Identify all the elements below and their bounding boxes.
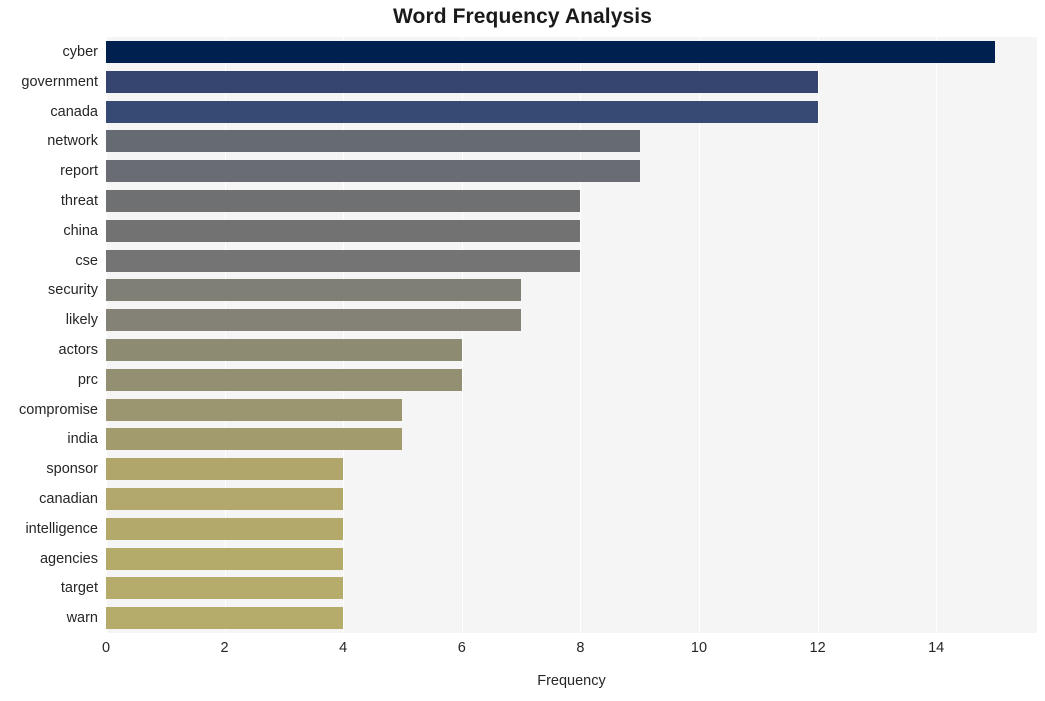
y-tick-label-compromise: compromise bbox=[19, 401, 98, 418]
y-axis-tick-labels: cyber government canada network report threat… bbox=[0, 37, 98, 633]
bar-agencies[interactable] bbox=[106, 547, 344, 570]
x-axis-title: Frequency bbox=[537, 673, 606, 689]
y-tick-label-canadian: canadian bbox=[39, 490, 98, 507]
y-tick-label-government: government bbox=[21, 73, 98, 90]
bar-canada[interactable] bbox=[106, 100, 818, 123]
y-tick-label-target: target bbox=[60, 580, 98, 597]
bar-canadian[interactable] bbox=[106, 487, 344, 510]
plot-area bbox=[106, 37, 1037, 633]
y-tick-label-report: report bbox=[60, 163, 98, 180]
x-tick-label-10: 10 bbox=[690, 640, 708, 656]
bar-warn[interactable] bbox=[106, 607, 344, 630]
bar-sponsor[interactable] bbox=[106, 458, 344, 481]
y-tick-label-actors: actors bbox=[58, 341, 99, 358]
bar-likely[interactable] bbox=[106, 309, 522, 332]
x-tick-label-0: 0 bbox=[101, 640, 111, 656]
x-tick-label-2: 2 bbox=[220, 640, 229, 656]
x-tick-label-12: 12 bbox=[809, 640, 826, 656]
y-tick-label-cyber: cyber bbox=[62, 43, 98, 60]
bar-government[interactable] bbox=[106, 70, 818, 93]
bar-target[interactable] bbox=[106, 577, 344, 600]
y-tick-label-network: network bbox=[47, 133, 98, 150]
y-tick-label-china: china bbox=[63, 222, 98, 239]
x-tick-label-14: 14 bbox=[928, 640, 945, 656]
y-tick-label-canada: canada bbox=[50, 103, 98, 120]
y-tick-label-sponsor: sponsor bbox=[46, 461, 98, 478]
bar-compromise[interactable] bbox=[106, 398, 403, 421]
y-tick-label-threat: threat bbox=[60, 192, 98, 209]
y-tick-label-likely: likely bbox=[65, 312, 98, 329]
bars-container bbox=[106, 37, 1037, 633]
y-tick-label-prc: prc bbox=[77, 371, 98, 388]
y-tick-label-security: security bbox=[48, 282, 98, 299]
y-tick-label-india: india bbox=[67, 431, 98, 448]
bar-network[interactable] bbox=[106, 130, 640, 153]
bar-threat[interactable] bbox=[106, 189, 581, 212]
x-axis-tick-labels: 0 2 4 6 8 10 12 14 bbox=[0, 640, 1045, 664]
bar-actors[interactable] bbox=[106, 338, 462, 361]
bar-security[interactable] bbox=[106, 279, 522, 302]
bar-prc[interactable] bbox=[106, 368, 462, 391]
bar-china[interactable] bbox=[106, 219, 581, 242]
y-tick-label-intelligence: intelligence bbox=[25, 520, 98, 537]
bar-cse[interactable] bbox=[106, 249, 581, 272]
bar-report[interactable] bbox=[106, 160, 640, 183]
word-frequency-chart-figure: Word Frequency Analysis cyber government c… bbox=[0, 0, 1045, 701]
chart-title: Word Frequency Analysis bbox=[392, 5, 653, 28]
y-tick-label-warn: warn bbox=[66, 610, 98, 627]
bar-cyber[interactable] bbox=[106, 40, 996, 63]
x-tick-label-8: 8 bbox=[576, 640, 585, 656]
x-tick-label-4: 4 bbox=[339, 640, 348, 656]
y-tick-label-agencies: agencies bbox=[39, 550, 98, 567]
y-tick-label-cse: cse bbox=[75, 252, 98, 269]
bar-intelligence[interactable] bbox=[106, 517, 344, 540]
x-tick-label-6: 6 bbox=[457, 640, 466, 656]
bar-india[interactable] bbox=[106, 428, 403, 451]
